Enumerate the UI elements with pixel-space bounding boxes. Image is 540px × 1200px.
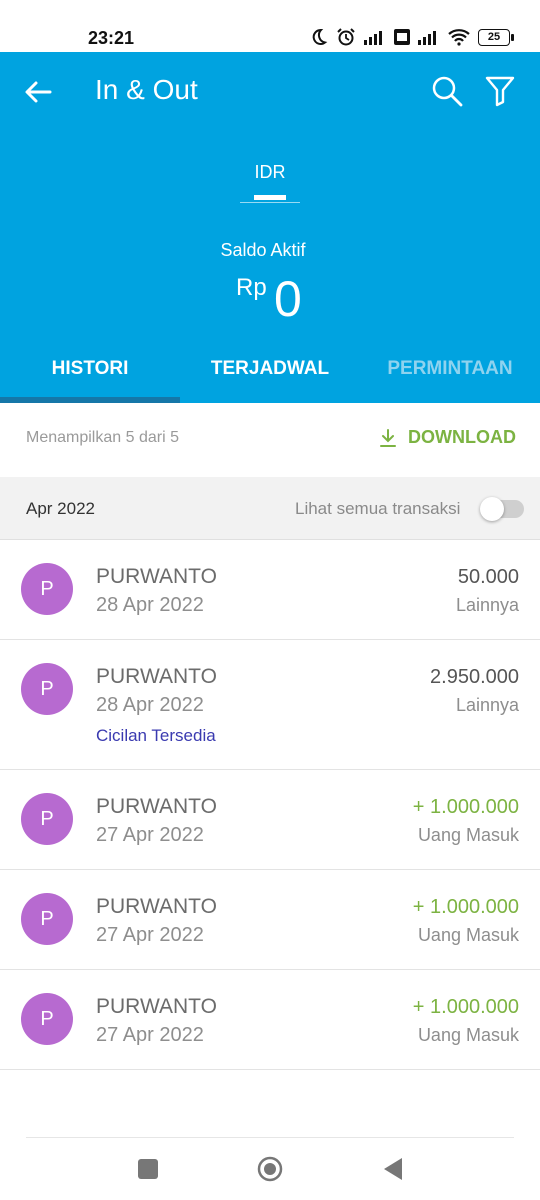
currency-tab-underline (240, 202, 300, 203)
transaction-row[interactable]: P PURWANTO 28 Apr 2022 Cicilan Tersedia … (0, 640, 540, 770)
transaction-date: 27 Apr 2022 (96, 824, 204, 846)
group-month: Apr 2022 (26, 499, 95, 518)
transaction-amount: + 1.000.000 (412, 996, 519, 1018)
transaction-date: 28 Apr 2022 (96, 594, 204, 616)
transaction-category: Uang Masuk (417, 825, 519, 845)
transaction-category: Lainnya (455, 595, 519, 615)
avatar: P (21, 793, 73, 845)
back-arrow-icon[interactable] (22, 76, 54, 108)
show-all-toggle-knob[interactable] (480, 497, 504, 521)
tab-bar: HISTORI TERJADWAL PERMINTAAN (0, 347, 540, 403)
transaction-name: PURWANTO (96, 665, 217, 688)
system-nav-bar (0, 1138, 540, 1200)
transaction-name: PURWANTO (96, 565, 217, 588)
installment-link[interactable]: Cicilan Tersedia (96, 726, 216, 746)
signal-icon (364, 31, 382, 45)
transaction-amount: + 1.000.000 (412, 896, 519, 918)
avatar: P (21, 993, 73, 1045)
app-header: In & Out IDR Saldo Aktif Rp 0 HISTORI TE… (0, 52, 540, 403)
tab-terjadwal[interactable]: TERJADWAL (180, 347, 360, 403)
status-time: 23:21 (88, 28, 135, 48)
transaction-row[interactable]: P PURWANTO 27 Apr 2022 + 1.000.000 Uang … (0, 970, 540, 1070)
tab-histori[interactable]: HISTORI (0, 347, 180, 403)
avatar: P (21, 893, 73, 945)
transaction-category: Uang Masuk (417, 1025, 519, 1045)
transaction-row[interactable]: P PURWANTO 28 Apr 2022 50.000 Lainnya (0, 540, 540, 640)
home-icon[interactable] (257, 1156, 283, 1182)
transaction-category: Lainnya (455, 695, 519, 715)
transaction-amount: 50.000 (457, 566, 519, 588)
balance-label: Saldo Aktif (220, 240, 306, 260)
show-all-label: Lihat semua transaksi (295, 499, 461, 518)
search-icon[interactable] (430, 74, 464, 108)
result-count: Menampilkan 5 dari 5 (26, 429, 179, 446)
transaction-name: PURWANTO (96, 895, 217, 918)
alarm-icon (337, 28, 355, 46)
recent-apps-icon[interactable] (138, 1159, 158, 1179)
download-icon (380, 428, 396, 447)
transaction-row[interactable]: P PURWANTO 27 Apr 2022 + 1.000.000 Uang … (0, 870, 540, 970)
transaction-amount: 2.950.000 (430, 666, 519, 688)
signal-icon-2 (418, 31, 436, 45)
volte-icon (394, 29, 410, 45)
currency-tab-indicator (254, 195, 286, 200)
transaction-date: 27 Apr 2022 (96, 1024, 204, 1046)
status-bar: 23:21 25 (0, 0, 540, 52)
status-icons: 25 (308, 27, 514, 47)
download-label: DOWNLOAD (408, 427, 516, 447)
month-group-header: Apr 2022 Lihat semua transaksi (0, 477, 540, 540)
transaction-date: 27 Apr 2022 (96, 924, 204, 946)
filter-icon[interactable] (484, 74, 516, 108)
transaction-date: 28 Apr 2022 (96, 694, 204, 716)
summary-row: Menampilkan 5 dari 5 DOWNLOAD (0, 403, 540, 477)
download-button[interactable]: DOWNLOAD (378, 427, 516, 448)
currency-tab-idr[interactable]: IDR (240, 162, 300, 183)
balance-currency: Rp (236, 274, 267, 301)
back-triangle-icon[interactable] (382, 1156, 404, 1182)
wifi-icon (448, 29, 470, 46)
balance-value: 0 (274, 271, 302, 327)
avatar: P (21, 563, 73, 615)
page-title: In & Out (95, 74, 198, 105)
transaction-amount: + 1.000.000 (412, 796, 519, 818)
transaction-category: Uang Masuk (417, 925, 519, 945)
transaction-list: P PURWANTO 28 Apr 2022 50.000 Lainnya P … (0, 540, 540, 1070)
do-not-disturb-icon (312, 28, 328, 45)
transaction-name: PURWANTO (96, 995, 217, 1018)
avatar: P (21, 663, 73, 715)
tab-permintaan[interactable]: PERMINTAAN (360, 347, 540, 403)
transaction-name: PURWANTO (96, 795, 217, 818)
battery-icon: 25 (478, 28, 514, 46)
transaction-row[interactable]: P PURWANTO 27 Apr 2022 + 1.000.000 Uang … (0, 770, 540, 870)
